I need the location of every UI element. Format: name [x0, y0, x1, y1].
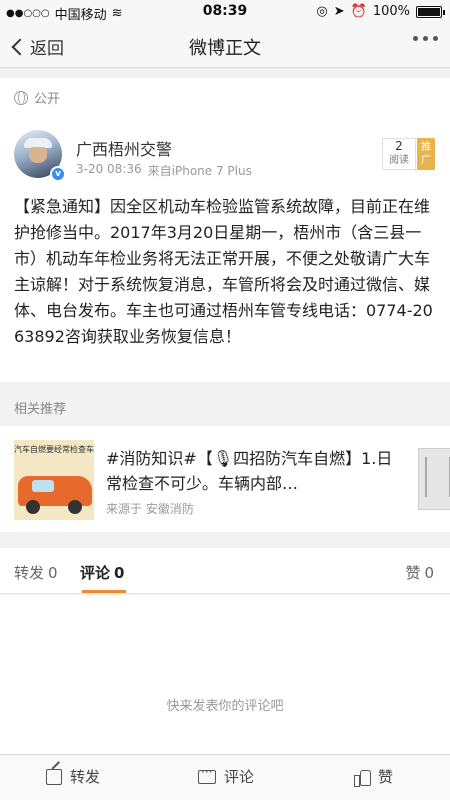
tab-like[interactable]: 赞0	[405, 562, 434, 583]
verified-badge-icon: v	[50, 166, 66, 182]
car-window	[32, 480, 54, 492]
tab-repost[interactable]: 转发 0	[14, 562, 58, 583]
visibility-label: 公开	[34, 92, 61, 107]
repost-icon	[46, 768, 62, 785]
active-tab-indicator	[82, 590, 126, 593]
car-wheel	[26, 500, 40, 514]
post-meta: 3-20 08:36 来自iPhone 7 Plus	[76, 162, 252, 179]
post-content: 【紧急通知】因全区机动车检验监管系统故障，目前正在维护抢修当中。2017年3月2…	[14, 197, 433, 346]
thumbs-up-icon	[354, 769, 371, 787]
more-dot-icon	[433, 36, 438, 41]
like-button[interactable]: 赞	[354, 766, 393, 787]
related-section-title: 相关推荐	[14, 402, 67, 417]
page-title: 微博正文	[189, 38, 261, 59]
location-icon: ➤	[333, 4, 345, 19]
promote-button[interactable]: 推广	[417, 138, 435, 170]
thumbnail-banner-text: 汽车自燃要经常检查车	[14, 445, 94, 454]
related-source: 来源于 安徽消防	[106, 502, 194, 516]
empty-comments-text: 快来发表你的评论吧	[166, 699, 284, 714]
more-dot-icon	[423, 36, 428, 41]
tab-comment[interactable]: 评论 0	[80, 562, 124, 583]
interaction-tabs: 转发 0 评论 0 赞0	[0, 548, 450, 594]
alarm-icon: ⏰	[350, 4, 367, 19]
nav-bar: 返回 微博正文	[0, 24, 450, 68]
more-dot-icon	[413, 36, 418, 41]
comment-icon	[198, 765, 216, 784]
battery-icon	[416, 5, 445, 18]
repost-button-label: 转发	[70, 768, 101, 786]
lock-rotation-icon: ◎	[316, 4, 328, 19]
tab-repost-count: 0	[48, 564, 58, 582]
related-text: #消防知识#【🎙四招防汽车自燃】1.日常检查不可少。车辆内部…	[106, 449, 393, 493]
tab-comment-count: 0	[114, 564, 125, 582]
comments-area: 快来发表你的评论吧	[0, 595, 450, 754]
status-bar: ●●○○○ 中国移动 ≋ 08:39 ◎ ➤ ⏰ 100%	[0, 0, 450, 24]
battery-percent: 100%	[372, 4, 410, 19]
bottom-toolbar: 转发 评论 赞	[0, 754, 450, 800]
tab-repost-label: 转发	[14, 564, 45, 582]
tab-like-label: 赞	[405, 564, 421, 582]
visibility-row: 公开	[14, 88, 60, 107]
post-card: 公开 v 广西梧州交警 3-20 08:36 来自iPhone 7 Plus 2…	[0, 78, 450, 382]
like-button-label: 赞	[378, 768, 394, 786]
avatar-face	[29, 147, 47, 163]
read-count: 2	[395, 139, 403, 153]
related-item[interactable]: 汽车自燃要经常检查车 #消防知识#【🎙四招防汽车自燃】1.日常检查不可少。车辆内…	[0, 426, 450, 532]
status-right: ◎ ➤ ⏰ 100%	[316, 4, 445, 19]
post-source: 来自iPhone 7 Plus	[147, 164, 252, 178]
comment-button[interactable]: 评论	[198, 765, 255, 787]
car-wheel	[68, 500, 82, 514]
related-thumbnail: 汽车自燃要经常检查车	[14, 440, 94, 520]
author-name[interactable]: 广西梧州交警	[76, 136, 172, 160]
repost-button[interactable]: 转发	[46, 766, 100, 787]
post-date: 3-20 08:36	[76, 162, 142, 176]
comment-button-label: 评论	[224, 768, 255, 786]
tab-comment-label: 评论	[80, 564, 111, 582]
tab-like-count: 0	[424, 564, 434, 582]
more-button[interactable]	[413, 36, 438, 41]
read-label: 阅读	[389, 155, 409, 166]
globe-icon	[14, 90, 28, 105]
read-count-box: 2 阅读	[382, 138, 416, 170]
next-related-thumbnail[interactable]	[418, 448, 450, 510]
